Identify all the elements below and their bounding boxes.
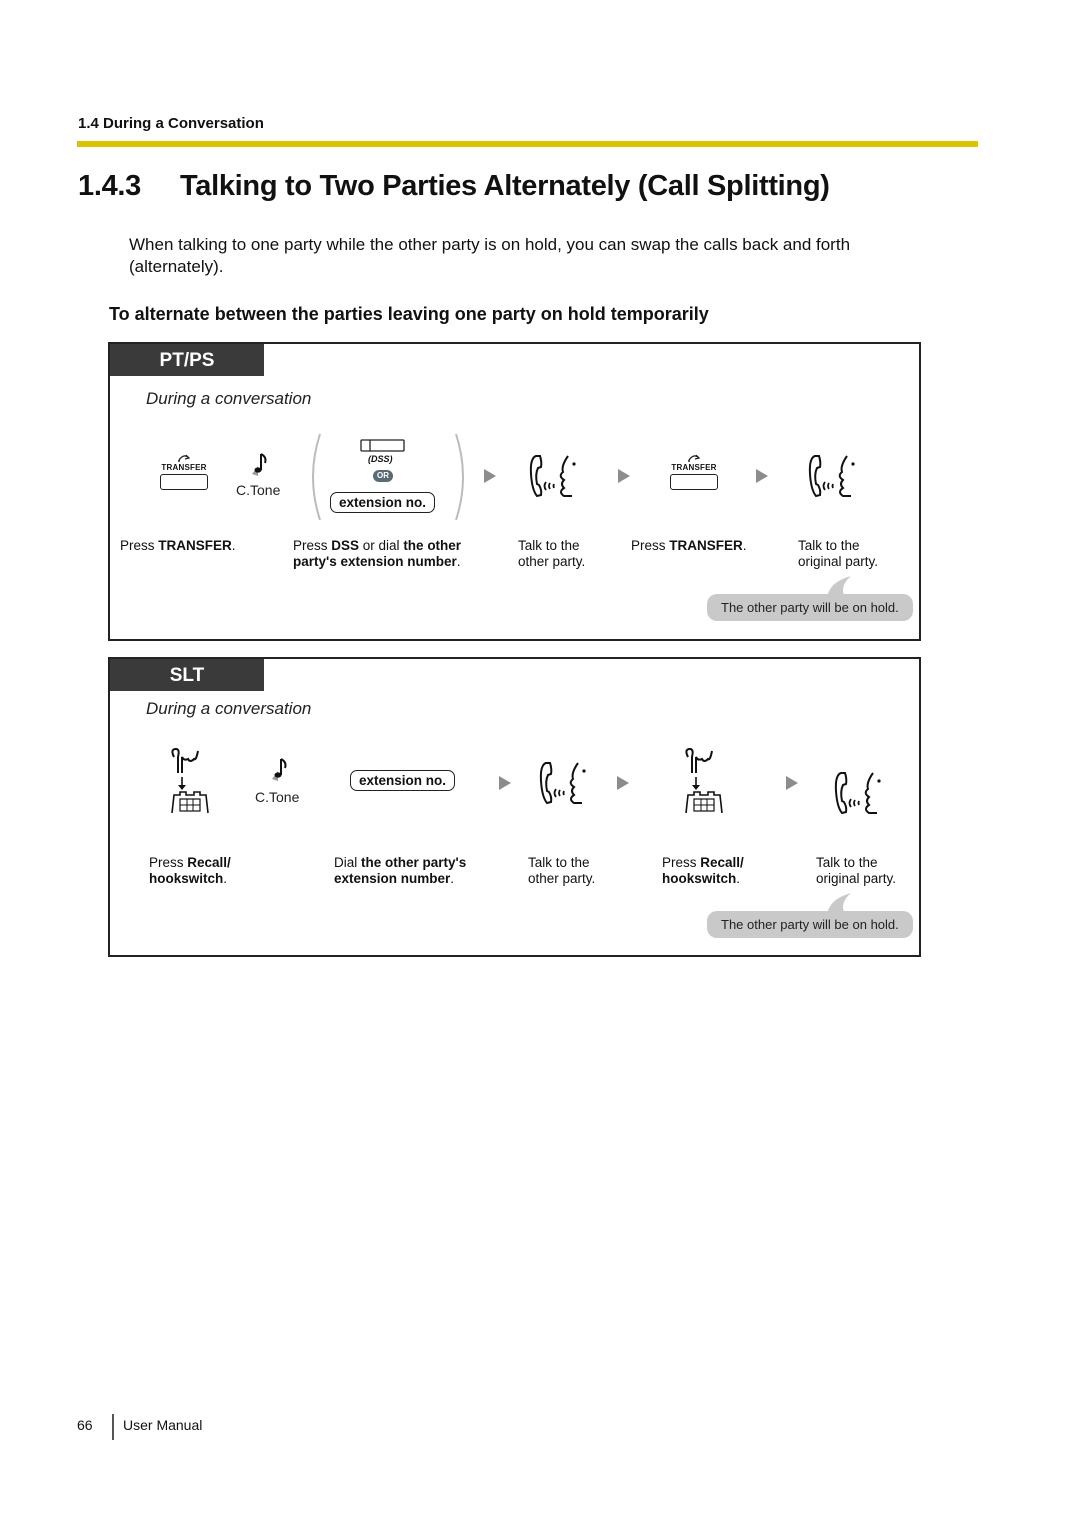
talking-handset-icon	[539, 762, 586, 805]
step-1-text: Press TRANSFER.	[120, 538, 236, 553]
slt-tag: SLT	[110, 659, 264, 691]
transfer-arrow-icon	[688, 454, 701, 462]
next-step-arrow-icon	[617, 776, 629, 790]
talking-handset-icon	[529, 455, 576, 498]
intro-paragraph: When talking to one party while the othe…	[129, 235, 851, 276]
transfer-key-label: TRANSFER	[671, 463, 717, 472]
header-rule	[77, 141, 978, 147]
step-4-text: Press TRANSFER.	[631, 538, 747, 553]
transfer-key-button	[160, 474, 208, 490]
pt-ps-procedure-panel: PT/PS During a conversation TRANSFER C.T…	[108, 342, 921, 641]
section-header: 1.4 During a Conversation	[78, 115, 264, 132]
ctone-label: C.Tone	[236, 482, 281, 498]
ctone-label: C.Tone	[255, 789, 300, 805]
next-step-arrow-icon	[499, 776, 511, 790]
condition-label: During a conversation	[146, 389, 312, 408]
procedure-heading: To alternate between the parties leaving…	[109, 304, 709, 324]
next-step-arrow-icon	[756, 469, 768, 483]
step-1-text: Press Recall/ hookswitch.	[149, 855, 231, 886]
transfer-key-label: TRANSFER	[161, 463, 207, 472]
transfer-key-button	[670, 474, 718, 490]
hookswitch-icon	[685, 747, 723, 814]
talking-handset-icon	[834, 772, 881, 815]
step-5-text: Talk to the original party.	[798, 538, 879, 569]
pt-ps-tag: PT/PS	[110, 344, 264, 376]
next-step-arrow-icon	[618, 469, 630, 483]
confirmation-tone-icon	[252, 453, 267, 476]
footer-divider	[112, 1414, 114, 1440]
footer-label: User Manual	[123, 1417, 203, 1433]
extension-number-key: extension no.	[350, 770, 456, 791]
page-number: 66	[77, 1417, 93, 1433]
dss-key-icon	[360, 439, 405, 452]
step-2-text: Dial the other party's extension number.	[334, 855, 467, 886]
transfer-key-icon: TRANSFER	[158, 452, 210, 492]
confirmation-tone-icon	[272, 758, 287, 781]
step-3-text: Talk to the other party.	[528, 855, 596, 886]
title-text: Talking to Two Parties Alternately (Call…	[180, 170, 830, 202]
next-step-arrow-icon	[484, 469, 496, 483]
hold-note-callout: The other party will be on hold.	[707, 594, 913, 621]
hookswitch-icon	[171, 747, 209, 814]
page-title: 1.4.3 Talking to Two Parties Alternately …	[78, 170, 830, 203]
condition-label: During a conversation	[146, 699, 312, 718]
extension-number-key: extension no.	[330, 492, 436, 513]
title-number: 1.4.3	[78, 170, 141, 202]
hold-note-callout: The other party will be on hold.	[707, 911, 913, 938]
slt-procedure-panel: SLT During a conversation C.Tone extensi…	[108, 657, 921, 957]
next-step-arrow-icon	[786, 776, 798, 790]
transfer-key-icon: TRANSFER	[668, 452, 720, 492]
transfer-arrow-icon	[178, 454, 191, 462]
step-3-text: Talk to the other party.	[518, 538, 586, 569]
step-5-text: Talk to the original party.	[816, 855, 897, 886]
step-4-text: Press Recall/ hookswitch.	[662, 855, 744, 886]
dss-label: (DSS)	[368, 454, 393, 464]
talking-handset-icon	[808, 455, 855, 498]
or-badge: OR	[373, 470, 393, 482]
step-2-text: Press DSS or dial the other party's exte…	[293, 538, 462, 569]
